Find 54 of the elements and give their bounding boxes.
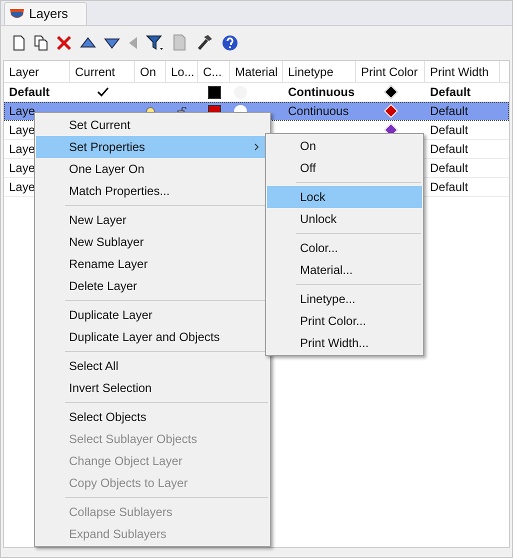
menu-item[interactable]: Print Color... — [267, 310, 422, 332]
menu-item[interactable]: Rename Layer — [36, 253, 269, 275]
column-header[interactable]: Current — [75, 62, 116, 80]
color-swatch[interactable] — [208, 86, 220, 98]
menu-item[interactable]: One Layer On — [36, 158, 269, 180]
menu-item[interactable]: Color... — [267, 237, 422, 259]
move-down-icon[interactable] — [104, 37, 120, 49]
linetype-text: Continuous — [288, 103, 349, 120]
print-width-text: Default — [430, 122, 468, 139]
menu-item[interactable]: Duplicate Layer and Objects — [36, 326, 269, 348]
column-header[interactable]: Linetype — [288, 62, 334, 80]
menu-item[interactable]: New Sublayer — [36, 231, 269, 253]
menu-item[interactable]: Duplicate Layer — [36, 304, 269, 326]
layers-tab[interactable]: Layers — [4, 2, 88, 25]
column-header[interactable]: C... — [203, 62, 222, 80]
layer-name: Laye — [9, 122, 36, 139]
tab-title: Layers — [29, 5, 68, 24]
menu-item[interactable]: Lock — [267, 186, 422, 208]
layer-name: Laye — [9, 179, 36, 196]
filter-icon[interactable] — [146, 34, 164, 52]
menu-item[interactable]: Match Properties... — [36, 180, 269, 202]
copy-page-icon[interactable] — [34, 35, 48, 51]
menu-item[interactable]: Invert Selection — [36, 377, 269, 399]
menu-item[interactable]: Select Objects — [36, 406, 269, 428]
hammer-icon[interactable] — [196, 34, 214, 52]
print-width-text: Default — [430, 103, 468, 120]
menu-item[interactable]: Off — [267, 157, 422, 179]
print-width-text: Default — [430, 179, 468, 196]
help-icon[interactable] — [222, 35, 238, 51]
print-width-text: Default — [430, 160, 468, 177]
layer-name: Default — [9, 84, 50, 101]
menu-item[interactable]: On — [267, 135, 422, 157]
menu-item[interactable]: Material... — [267, 259, 422, 281]
column-header[interactable]: Print Width — [430, 62, 489, 80]
menu-item[interactable]: Select All — [36, 355, 269, 377]
column-header[interactable]: Lo... — [171, 62, 194, 80]
column-header[interactable]: On — [140, 62, 156, 80]
new-page-icon[interactable] — [12, 35, 26, 51]
layer-name: Laye — [9, 103, 36, 120]
print-width-text: Default — [430, 84, 471, 101]
column-header[interactable]: Print Color — [361, 62, 418, 80]
layer-name: Laye — [9, 160, 36, 177]
delete-icon[interactable] — [56, 35, 72, 51]
menu-item[interactable]: Print Width... — [267, 332, 422, 354]
layer-name: Laye — [9, 141, 36, 158]
column-header[interactable]: Material — [235, 62, 278, 80]
move-up-icon[interactable] — [80, 37, 96, 49]
menu-item[interactable]: Delete Layer — [36, 275, 269, 297]
menu-item[interactable]: New Layer — [36, 209, 269, 231]
menu-item[interactable]: Linetype... — [267, 288, 422, 310]
print-width-text: Default — [430, 141, 468, 158]
column-header[interactable]: Layer — [9, 62, 40, 80]
linetype-text: Continuous — [288, 84, 355, 101]
menu-item[interactable]: Unlock — [267, 208, 422, 230]
